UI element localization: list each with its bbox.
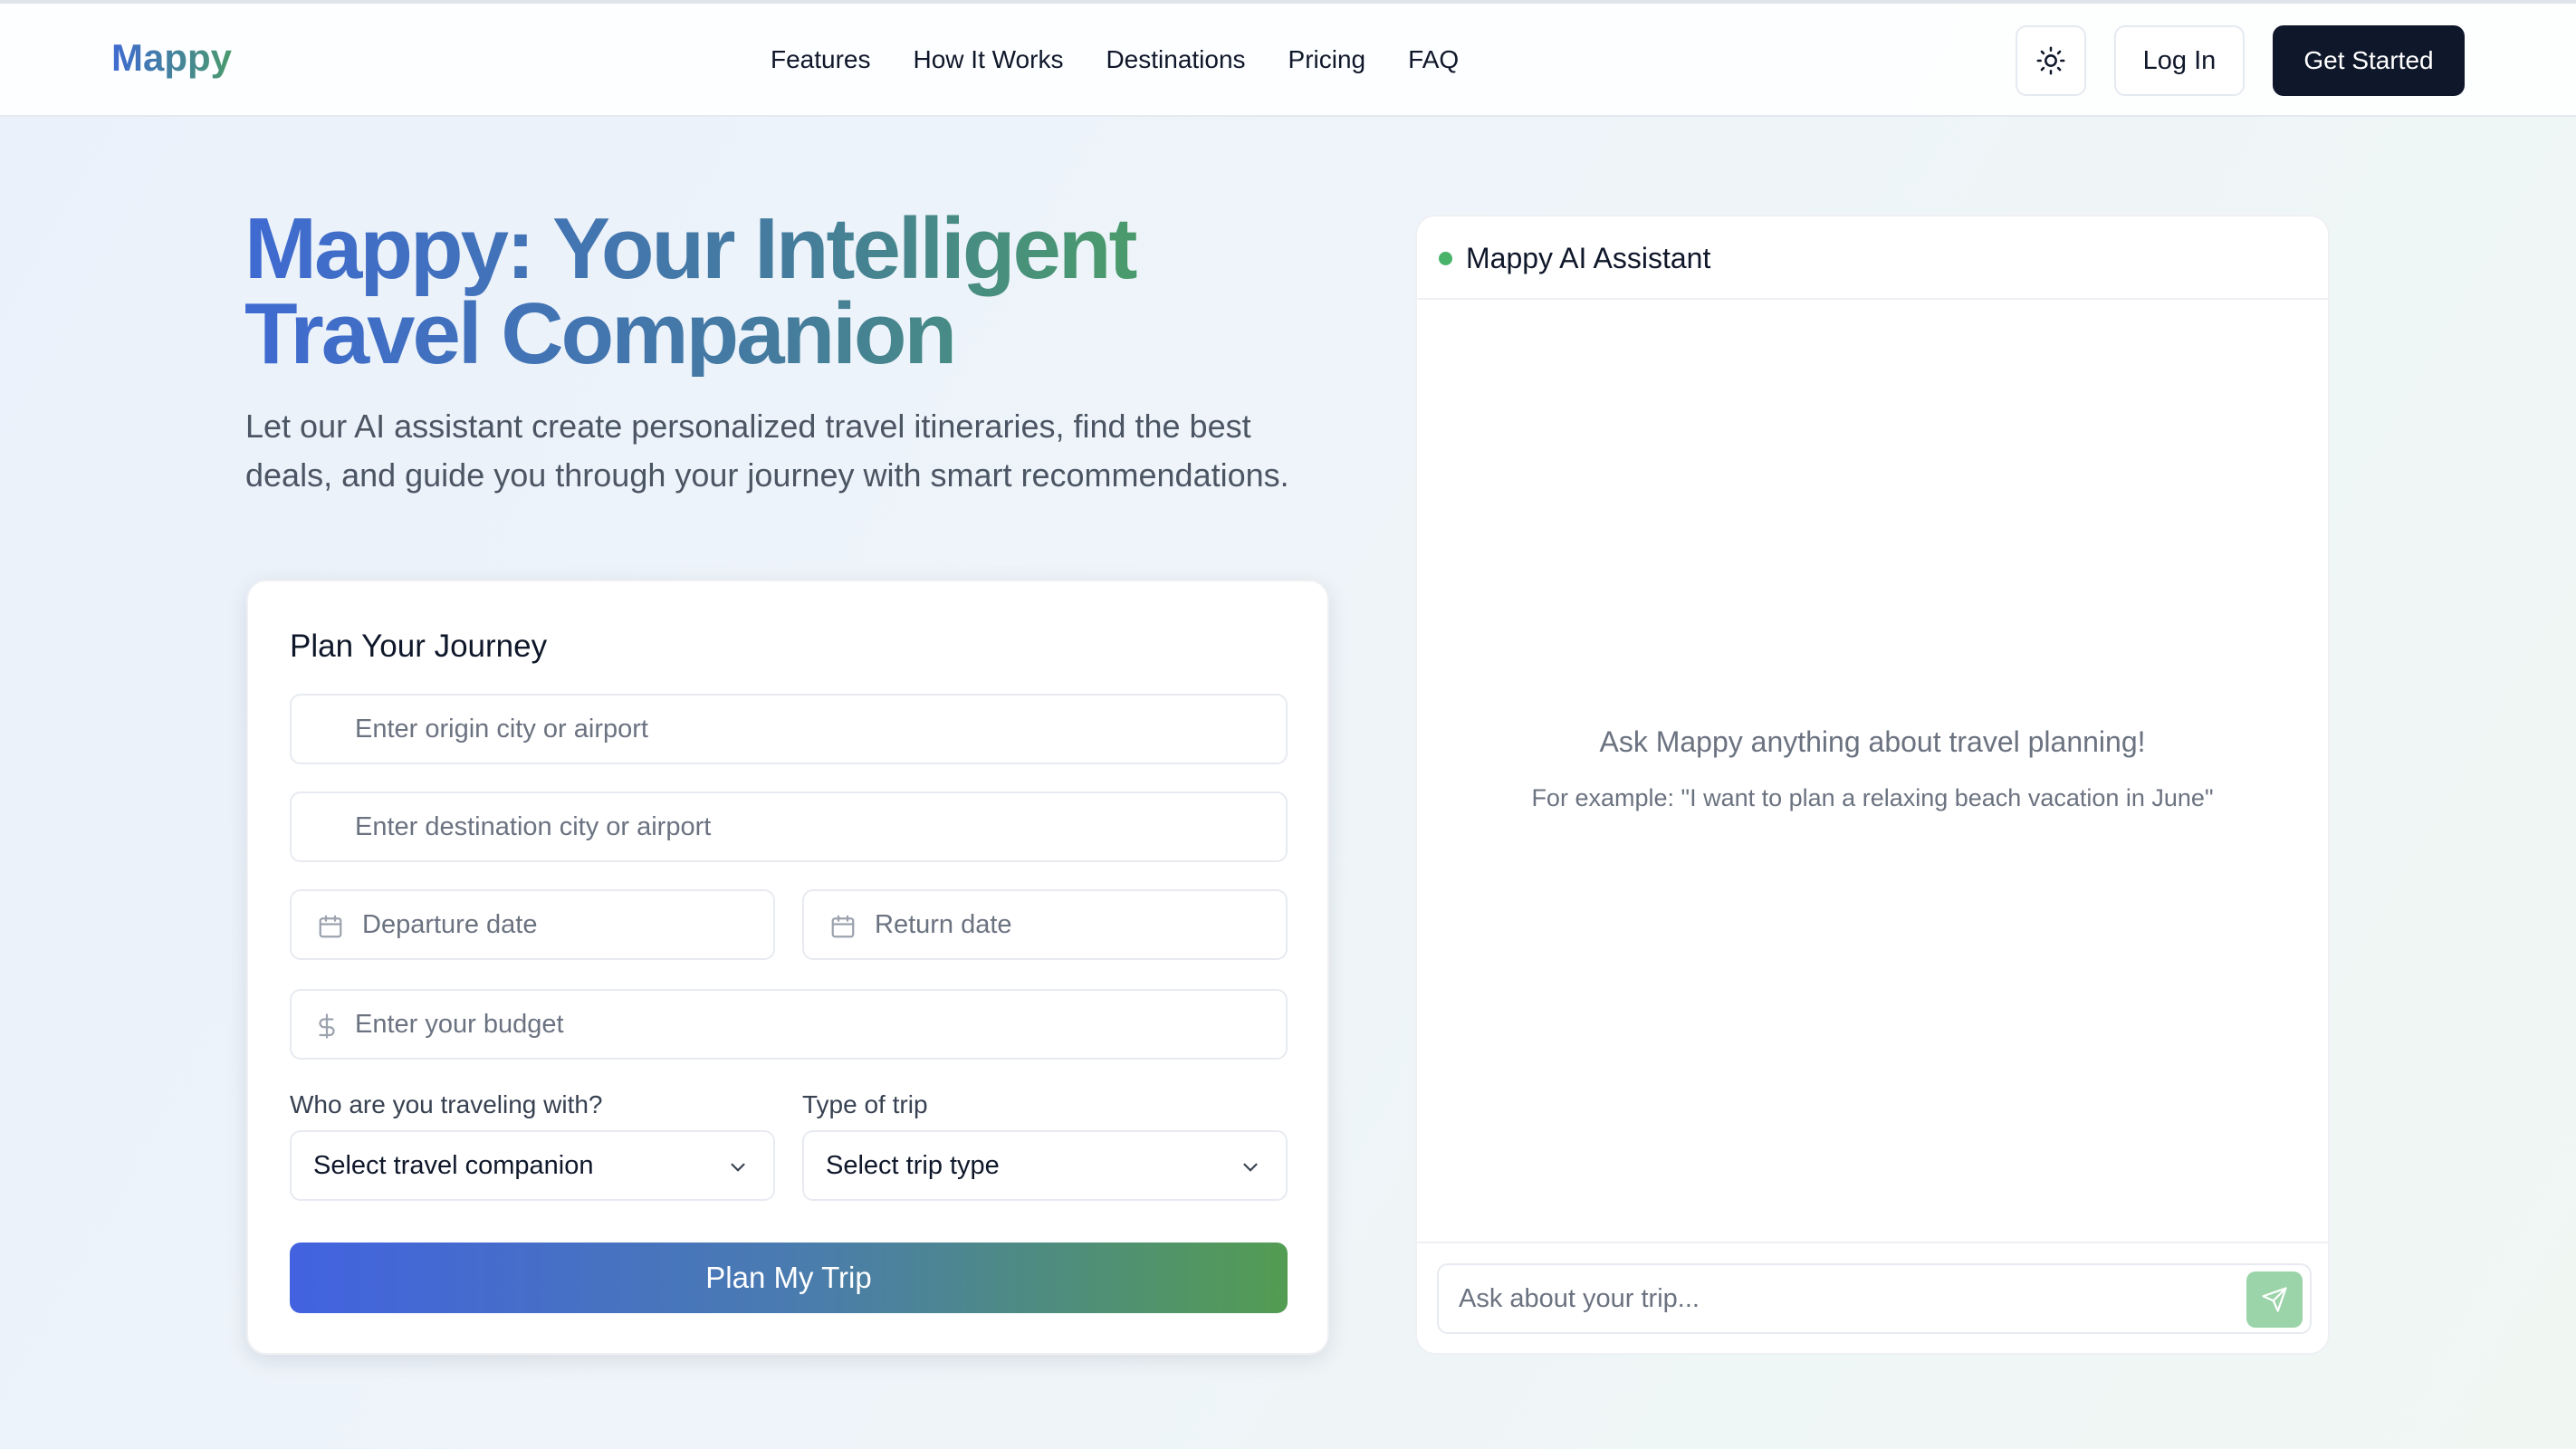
nav-features[interactable]: Features xyxy=(771,45,871,74)
calendar-icon xyxy=(319,915,342,938)
plan-my-trip-button[interactable]: Plan My Trip xyxy=(290,1243,1288,1313)
dollar-icon xyxy=(319,1013,335,1039)
ai-assistant-panel: Mappy AI Assistant Ask Mappy anything ab… xyxy=(1415,215,2330,1355)
plan-journey-card: Plan Your Journey Who are you traveling … xyxy=(246,580,1329,1355)
chat-input-box[interactable] xyxy=(1437,1263,2312,1334)
send-button[interactable] xyxy=(2246,1271,2303,1328)
nav-pricing[interactable]: Pricing xyxy=(1288,45,1366,74)
budget-field[interactable] xyxy=(290,989,1288,1060)
logo[interactable]: Mappy xyxy=(111,36,232,80)
login-button[interactable]: Log In xyxy=(2114,25,2245,96)
hero-subtitle: Let our AI assistant create personalized… xyxy=(245,408,1289,494)
calendar-icon xyxy=(831,915,855,938)
trip-type-label: Type of trip xyxy=(802,1090,928,1118)
departure-date-input[interactable] xyxy=(292,891,773,958)
hero-title: Mappy: Your Intelligent Travel Companion xyxy=(244,206,1331,377)
companion-label: Who are you traveling with? xyxy=(290,1090,603,1118)
main-nav: Features How It Works Destinations Prici… xyxy=(771,45,1459,74)
destination-field[interactable] xyxy=(290,792,1288,862)
companion-select[interactable]: Select travel companion xyxy=(290,1130,775,1201)
empty-state-title: Ask Mappy anything about travel planning… xyxy=(1599,725,2146,758)
destination-input[interactable] xyxy=(292,793,1286,860)
sun-icon xyxy=(2036,46,2065,75)
theme-toggle-button[interactable] xyxy=(2016,25,2086,96)
hero-title-line2: Travel Companion xyxy=(244,285,955,382)
site-header: Mappy Features How It Works Destinations… xyxy=(0,4,2576,117)
nav-how-it-works[interactable]: How It Works xyxy=(914,45,1064,74)
hero-title-line1: Mappy: Your Intelligent xyxy=(244,200,1135,297)
return-date-input[interactable] xyxy=(804,891,1286,958)
trip-type-select-value: Select trip type xyxy=(826,1150,1000,1180)
assistant-header: Mappy AI Assistant xyxy=(1417,216,2328,300)
chat-divider xyxy=(1417,1242,2328,1243)
trip-type-select[interactable]: Select trip type xyxy=(802,1130,1288,1201)
origin-input[interactable] xyxy=(292,696,1286,763)
nav-destinations[interactable]: Destinations xyxy=(1106,45,1245,74)
plan-card-title: Plan Your Journey xyxy=(290,629,548,664)
empty-state-example: For example: "I want to plan a relaxing … xyxy=(1531,784,2214,811)
budget-input[interactable] xyxy=(292,991,1286,1058)
chevron-down-icon xyxy=(731,1163,745,1172)
assistant-title: Mappy AI Assistant xyxy=(1466,242,1711,274)
chevron-down-icon xyxy=(1243,1163,1258,1172)
online-status-dot xyxy=(1439,252,1452,265)
chat-input[interactable] xyxy=(1459,1265,2219,1332)
companion-select-value: Select travel companion xyxy=(313,1150,594,1180)
nav-faq[interactable]: FAQ xyxy=(1408,45,1459,74)
get-started-button[interactable]: Get Started xyxy=(2273,25,2465,96)
return-date-field[interactable] xyxy=(802,889,1288,960)
origin-field[interactable] xyxy=(290,694,1288,764)
departure-date-field[interactable] xyxy=(290,889,775,960)
send-icon xyxy=(2262,1287,2287,1312)
